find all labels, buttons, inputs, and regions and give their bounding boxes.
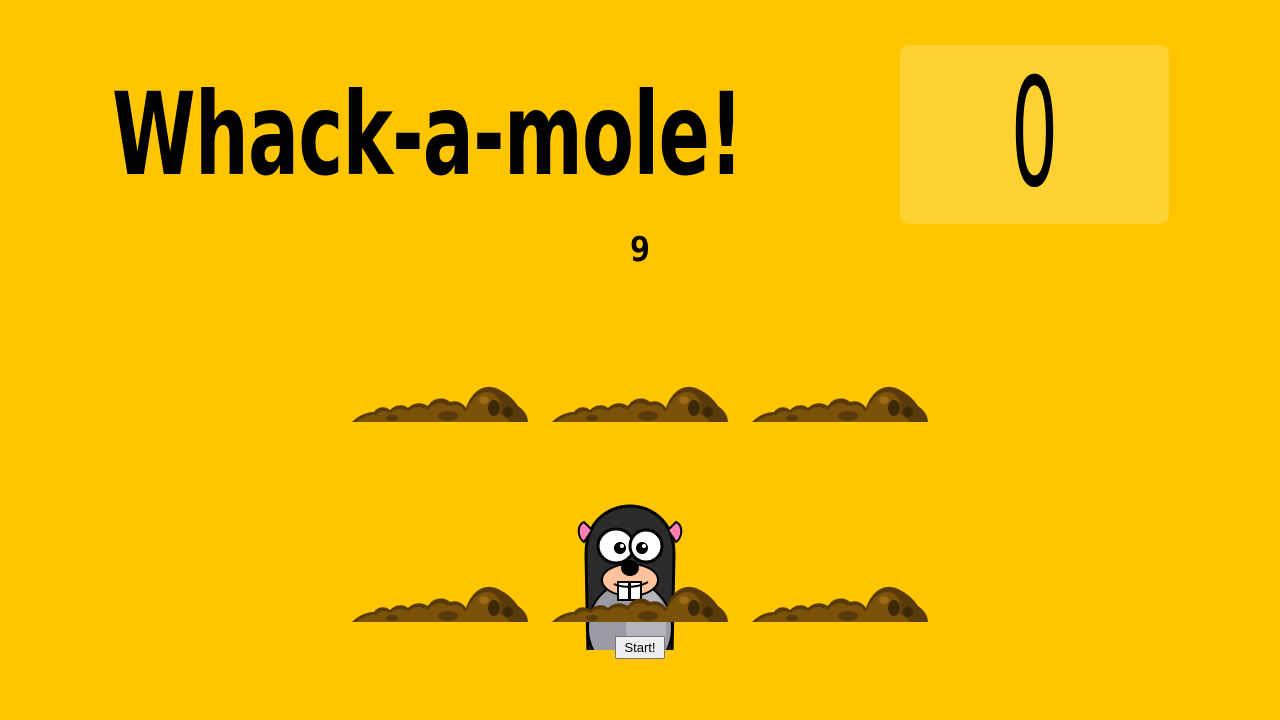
dirt-mound-icon [752,386,928,422]
game-page: Whack-a-mole! 0 9 Start! [0,0,1280,720]
dirt-mound-icon [352,386,528,422]
mole-grid [340,300,940,650]
hole-4[interactable] [340,500,540,650]
score-value: 0 [1010,47,1059,221]
hole-2[interactable] [540,300,740,450]
dirt-mound-icon [552,586,728,622]
hole-6[interactable] [740,500,940,650]
dirt-mound-icon [752,586,928,622]
game-title: Whack-a-mole! [112,69,744,202]
timer-value: 9 [629,230,651,270]
mole-icon[interactable] [570,504,690,650]
hole-5[interactable] [540,500,740,650]
hole-1[interactable] [340,300,540,450]
dirt-mound-icon [552,386,728,422]
hole-3[interactable] [740,300,940,450]
start-button[interactable]: Start! [615,636,665,659]
dirt-mound-icon [352,586,528,622]
score-panel: 0 [900,45,1169,224]
